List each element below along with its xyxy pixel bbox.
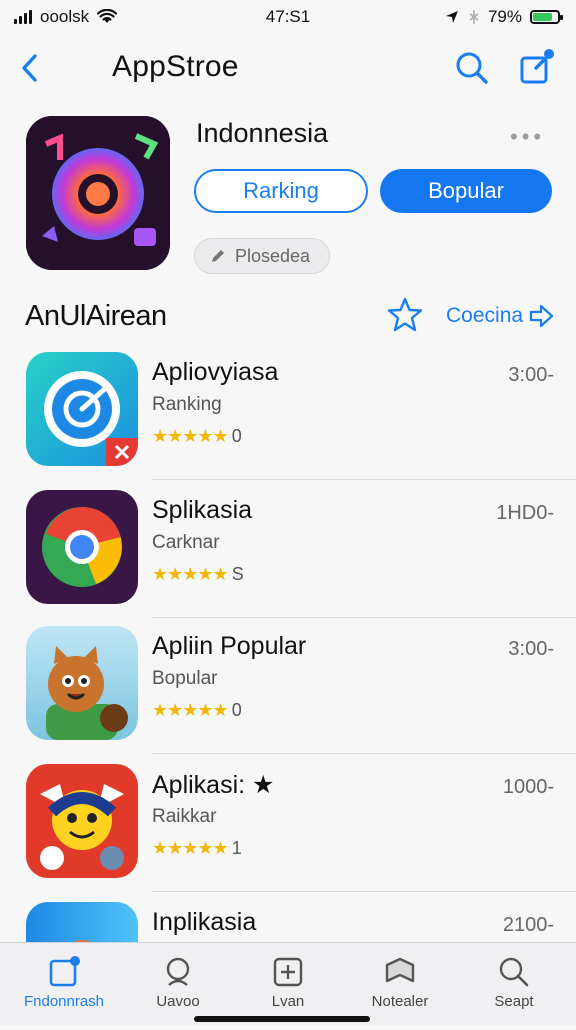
rating-value: 0 — [231, 426, 242, 446]
app-row[interactable]: Apliin Popular Bopular ★★★★★ 0 3:00- — [0, 618, 576, 754]
cartoon-character-icon — [26, 764, 138, 878]
rating-stars: ★★★★★ — [152, 564, 229, 584]
see-all-link[interactable]: Coecina — [446, 302, 555, 330]
rating-value: 1 — [231, 838, 242, 858]
favorite-button[interactable] — [386, 296, 424, 334]
app-name: Inplikasia — [152, 908, 257, 936]
alarm-icon — [469, 10, 479, 24]
music-swirl-icon — [26, 116, 170, 270]
search-icon — [166, 957, 190, 986]
app-icon — [26, 626, 138, 740]
tab-arcade[interactable]: Notealer — [344, 943, 456, 1025]
row-divider — [152, 479, 576, 480]
rating-value: 0 — [231, 700, 242, 720]
app-icon — [26, 352, 138, 466]
add-icon — [273, 957, 303, 987]
chrome-logo-icon — [26, 490, 138, 604]
app-count: 1HD0- — [496, 502, 554, 524]
tab-search-2[interactable]: Seapt — [458, 943, 570, 1025]
filter-chip-label: Plosedea — [235, 245, 311, 266]
see-all-label: Coecina — [446, 304, 524, 327]
app-subtitle: Ranking — [152, 394, 222, 415]
cartoon-bear-icon — [26, 626, 138, 740]
rating-stars: ★★★★★ — [152, 838, 229, 858]
app-rating: ★★★★★ 1 — [152, 838, 242, 859]
tab-today[interactable]: Fndonnrash — [8, 943, 120, 1025]
status-bar: ooolsk 47:S1 79% — [0, 0, 576, 36]
rating-stars: ★★★★★ — [152, 700, 229, 720]
app-count: 3:00- — [508, 364, 554, 386]
featured-app-icon[interactable] — [26, 116, 170, 270]
location-icon — [445, 11, 458, 23]
featured-title: Indonnesia — [196, 118, 329, 148]
battery-icon — [530, 10, 563, 24]
page-title: AppStroe — [112, 50, 239, 83]
ranking-button[interactable]: Rarking — [194, 169, 368, 213]
app-name: Apliovyiasa — [152, 358, 279, 386]
app-count: 3:00- — [508, 638, 554, 660]
tab-label: Lvan — [271, 993, 305, 1010]
section-title: AnUlAirean — [25, 300, 167, 332]
app-row[interactable]: Apliovyiasa Ranking ★★★★★ 0 3:00- — [0, 344, 576, 480]
app-rating: ★★★★★ 0 — [152, 700, 242, 721]
filter-chip[interactable]: Plosedea — [194, 238, 330, 274]
app-row[interactable]: Aplikasi: ★ Raikkar ★★★★★ 1 1000- — [0, 756, 576, 892]
star-outline-icon — [387, 297, 423, 332]
pencil-icon — [212, 250, 224, 262]
tab-label: Seapt — [494, 993, 534, 1010]
status-right: 79% — [444, 7, 563, 27]
app-icon — [26, 764, 138, 878]
rating-value: S — [231, 564, 244, 584]
app-name: Splikasia — [152, 496, 253, 524]
edit-square-icon — [520, 49, 554, 84]
home-indicator — [194, 1016, 370, 1022]
more-options-button[interactable]: ••• — [510, 124, 545, 150]
share-button[interactable] — [516, 48, 556, 88]
app-count: 1000- — [502, 776, 554, 798]
arcade-icon — [385, 957, 415, 983]
rating-stars: ★★★★★ — [152, 426, 229, 446]
nav-bar: AppStroe — [0, 40, 576, 96]
app-row[interactable]: Splikasia Carknar ★★★★★ S 1HD0- — [0, 482, 576, 618]
app-rating: ★★★★★ 0 — [152, 426, 242, 447]
tab-add[interactable]: Lvan — [232, 943, 344, 1025]
back-button[interactable] — [14, 48, 44, 88]
app-name: Aplikasi: ★ — [152, 771, 275, 799]
tab-label: Notealer — [371, 993, 429, 1010]
compass-icon — [26, 352, 138, 466]
tab-label: Uavoo — [156, 993, 200, 1010]
battery-percent: 79% — [487, 7, 522, 26]
row-divider — [152, 891, 576, 892]
chevron-left-icon — [22, 54, 37, 82]
app-subtitle: Raikkar — [152, 806, 217, 827]
search-icon — [456, 52, 488, 84]
popular-button[interactable]: Bopular — [380, 169, 552, 213]
app-subtitle: Bopular — [152, 668, 218, 689]
app-icon — [26, 490, 138, 604]
tab-search[interactable]: Uavoo — [122, 943, 234, 1025]
app-subtitle: Carknar — [152, 532, 220, 553]
tab-label: Fndonnrash — [23, 993, 105, 1010]
search-button[interactable] — [452, 48, 492, 88]
tab-bar: Fndonnrash Uavoo Lvan Notealer Seapt — [0, 942, 576, 1025]
app-rating: ★★★★★ S — [152, 564, 244, 585]
app-name: Apliin Popular — [152, 632, 307, 660]
search-icon — [499, 957, 529, 987]
app-count: 2100- — [502, 914, 554, 936]
arrow-right-icon — [529, 304, 554, 328]
today-icon — [49, 956, 80, 987]
battery-fill — [533, 13, 552, 21]
row-divider — [152, 753, 576, 754]
